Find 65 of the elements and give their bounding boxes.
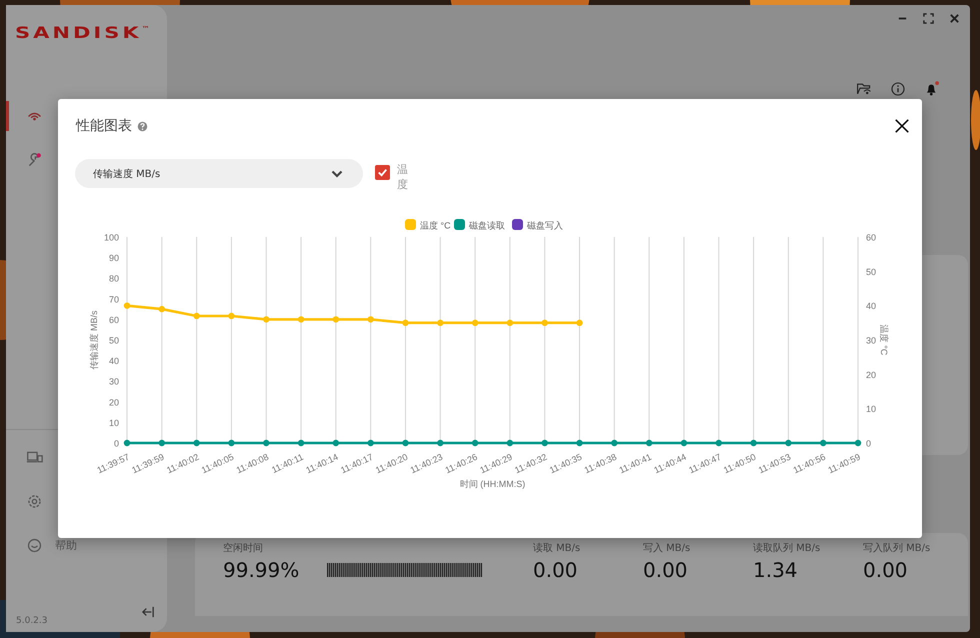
axis-tick-label: 40 xyxy=(108,356,119,366)
axis-tick-label: 20 xyxy=(866,370,876,380)
axis-tick-label: 60 xyxy=(108,314,119,325)
legend-label: 温度 °C xyxy=(420,220,452,230)
stat-value: 0.00 xyxy=(643,558,689,582)
stat-value: 1.34 xyxy=(753,558,799,582)
stat-label: 空闲时间 xyxy=(223,542,264,555)
axis-tick-label: 40 xyxy=(866,300,876,311)
point xyxy=(542,319,548,326)
stat-label: 写入队列 MB/s xyxy=(863,542,932,555)
axis-tick-label: 10 xyxy=(108,418,119,428)
legend-item[interactable]: 磁盘写入 xyxy=(512,218,563,230)
axis-tick-label: 0 xyxy=(114,438,119,448)
legend-item[interactable]: 磁盘读取 xyxy=(454,218,505,230)
axis-tick-label: 30 xyxy=(108,376,119,386)
chevron-down-icon xyxy=(331,170,343,178)
point xyxy=(298,316,304,322)
stat-label: 读取队列 MB/s xyxy=(753,542,822,555)
axis-tick-label: 100 xyxy=(104,232,119,242)
bell-icon[interactable] xyxy=(924,81,940,97)
stat-value: 99.99% xyxy=(223,558,300,582)
info-icon[interactable] xyxy=(890,81,906,97)
folder-icon[interactable] xyxy=(856,81,872,97)
axis-tick-label: 10 xyxy=(866,404,876,414)
point xyxy=(402,319,409,326)
point xyxy=(472,319,478,326)
axis-title: 传输速度 MB/s xyxy=(89,310,99,370)
axis-title: 时间 (HH:MM:S) xyxy=(460,478,526,489)
axis-tick-label: 0 xyxy=(866,438,872,448)
stat-value: 0.00 xyxy=(533,558,579,582)
axis-tick-label: 90 xyxy=(108,252,119,263)
point xyxy=(158,306,166,312)
axis-tick-label: 80 xyxy=(108,273,119,284)
stat-label: 写入 MB/s xyxy=(643,542,692,555)
axis-title: 温度 °C xyxy=(879,324,889,355)
legend-label: 磁盘写入 xyxy=(526,220,563,230)
maximize-icon[interactable] xyxy=(923,13,934,24)
logo: SANDISK$^{™}$ xyxy=(15,22,151,42)
point xyxy=(506,319,514,326)
point xyxy=(576,319,583,326)
settings-icon[interactable] xyxy=(26,492,43,510)
point xyxy=(124,302,130,309)
temperature-checkbox[interactable] xyxy=(375,165,390,180)
close-icon[interactable] xyxy=(894,118,910,134)
point xyxy=(193,312,200,319)
axis-tick-label: 60 xyxy=(866,232,876,242)
stat-value: 0.00 xyxy=(863,558,909,582)
active-indicator xyxy=(6,101,9,131)
axis-tick-label: 50 xyxy=(866,266,876,277)
metric-select[interactable]: 传输速度 MB/s xyxy=(75,159,363,188)
axis-tick-label: 30 xyxy=(866,335,876,346)
axis-tick-label: 50 xyxy=(108,335,119,346)
collapse-icon[interactable] xyxy=(141,606,155,618)
axis-tick-label: 70 xyxy=(108,294,119,304)
axis-tick-label: 20 xyxy=(108,396,119,407)
legend-label: 磁盘读取 xyxy=(468,220,505,230)
dialog-title: 性能图表 xyxy=(76,117,132,135)
point xyxy=(437,319,444,326)
legend-item[interactable]: 温度 °C xyxy=(405,218,451,230)
version-text: 5.0.2.3 xyxy=(16,616,48,626)
point xyxy=(263,316,270,322)
point xyxy=(367,316,374,322)
stat-label: 读取 MB/s xyxy=(533,542,582,555)
point xyxy=(332,316,340,322)
point xyxy=(228,312,235,319)
